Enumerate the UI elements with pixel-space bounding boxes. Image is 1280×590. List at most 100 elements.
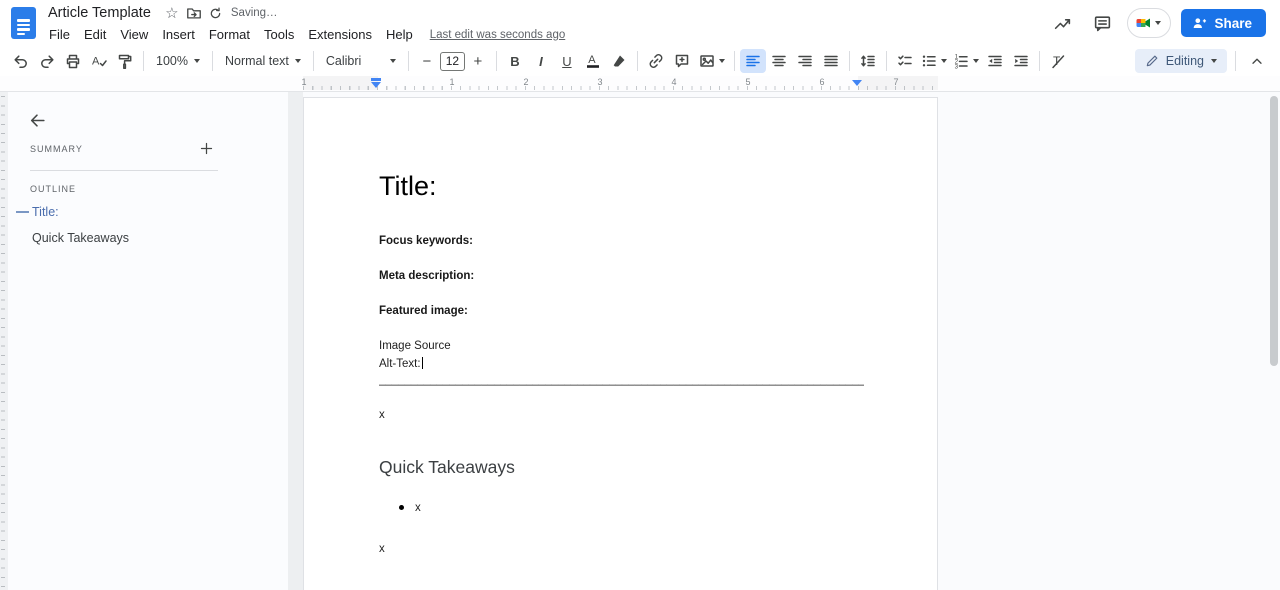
- document-page[interactable]: Title: Focus keywords: Meta description:…: [303, 97, 938, 590]
- pencil-icon: [1146, 55, 1158, 67]
- justify-button[interactable]: [818, 49, 844, 73]
- document-insights-icon[interactable]: [1047, 8, 1077, 38]
- numbered-list-button[interactable]: 123: [950, 49, 982, 73]
- ruler-number: 5: [745, 77, 751, 87]
- font-size-decrease-button[interactable]: −: [414, 49, 440, 73]
- doc-field-meta-description[interactable]: Meta description:: [379, 269, 474, 284]
- editing-mode-select[interactable]: Editing: [1134, 49, 1227, 73]
- hide-menus-button[interactable]: [1244, 49, 1270, 73]
- doc-placeholder-x1[interactable]: x: [379, 408, 385, 423]
- right-indent-marker[interactable]: [852, 80, 862, 86]
- divider-line[interactable]: ________________________________________…: [379, 374, 864, 386]
- checklist-button[interactable]: [892, 49, 918, 73]
- mode-caret-icon: [1211, 59, 1217, 63]
- clear-formatting-button[interactable]: T: [1045, 49, 1071, 73]
- align-right-button[interactable]: [792, 49, 818, 73]
- menu-insert[interactable]: Insert: [155, 25, 202, 44]
- move-to-folder-icon[interactable]: [183, 3, 205, 23]
- bullet-dot: [399, 505, 404, 510]
- first-line-indent-marker[interactable]: [371, 78, 381, 81]
- undo-button[interactable]: [8, 49, 34, 73]
- outline-item-title[interactable]: Title:: [32, 205, 59, 219]
- google-meet-icon: [1136, 18, 1151, 28]
- alt-text-label: Alt-Text:: [379, 358, 421, 370]
- insert-link-button[interactable]: [643, 49, 669, 73]
- doc-field-featured-image[interactable]: Featured image:: [379, 304, 468, 319]
- vertical-ruler: [0, 92, 8, 590]
- outline-item-quick-takeaways[interactable]: Quick Takeaways: [32, 231, 129, 245]
- numbered-caret-icon: [973, 59, 980, 63]
- left-indent-marker[interactable]: [371, 82, 381, 88]
- svg-text:A: A: [92, 56, 100, 68]
- ruler-number: 6: [819, 77, 825, 87]
- panel-divider: [30, 170, 218, 171]
- align-center-button[interactable]: [766, 49, 792, 73]
- menu-format[interactable]: Format: [202, 25, 257, 44]
- insert-image-button[interactable]: [695, 49, 729, 73]
- toolbar: A 100% Normal text Calibri − 12 + B I U …: [0, 46, 1280, 76]
- menu-view[interactable]: View: [113, 25, 155, 44]
- menu-bar: File Edit View Insert Format Tools Exten…: [49, 24, 565, 45]
- print-button[interactable]: [60, 49, 86, 73]
- share-button[interactable]: Share: [1181, 9, 1266, 37]
- doc-heading-quick-takeaways[interactable]: Quick Takeaways: [379, 456, 515, 479]
- redo-button[interactable]: [34, 49, 60, 73]
- document-canvas: Title: Focus keywords: Meta description:…: [0, 92, 1280, 590]
- image-caret-icon: [719, 59, 726, 63]
- align-left-button[interactable]: [739, 49, 766, 73]
- paragraph-style-value: Normal text: [224, 54, 289, 68]
- outline-label: OUTLINE: [30, 184, 77, 194]
- bold-button[interactable]: B: [502, 49, 528, 73]
- vertical-scrollbar[interactable]: [1270, 96, 1278, 366]
- paragraph-style-select[interactable]: Normal text: [218, 49, 308, 73]
- font-size-input[interactable]: 12: [439, 51, 465, 71]
- google-docs-logo-icon[interactable]: [11, 7, 36, 39]
- zoom-select[interactable]: 100%: [149, 49, 207, 73]
- highlight-color-button[interactable]: [606, 49, 632, 73]
- italic-button[interactable]: I: [528, 49, 554, 73]
- font-family-value: Calibri: [325, 54, 362, 68]
- editing-mode-label: Editing: [1165, 54, 1204, 68]
- underline-button[interactable]: U: [554, 49, 580, 73]
- star-icon[interactable]: ☆: [161, 3, 183, 23]
- paint-format-button[interactable]: [112, 49, 138, 73]
- menu-extensions[interactable]: Extensions: [301, 25, 379, 44]
- doc-heading-title[interactable]: Title:: [379, 170, 437, 202]
- svg-text:A: A: [588, 54, 596, 66]
- saving-status: Saving…: [230, 7, 278, 19]
- doc-bullet-item[interactable]: x: [415, 501, 421, 516]
- join-meet-button[interactable]: [1127, 8, 1172, 38]
- text-color-button[interactable]: A: [580, 49, 606, 73]
- ruler-number: 1: [301, 77, 307, 87]
- increase-indent-button[interactable]: [1008, 49, 1034, 73]
- add-comment-button[interactable]: [669, 49, 695, 73]
- line-spacing-button[interactable]: [855, 49, 881, 73]
- bulleted-list-button[interactable]: [918, 49, 950, 73]
- menu-edit[interactable]: Edit: [77, 25, 113, 44]
- add-summary-button[interactable]: [194, 136, 218, 160]
- bullet-caret-icon: [941, 59, 948, 63]
- outline-panel: SUMMARY OUTLINE Title: Quick Takeaways: [8, 92, 288, 590]
- doc-field-focus-keywords[interactable]: Focus keywords:: [379, 234, 473, 249]
- document-title[interactable]: Article Template: [48, 5, 151, 21]
- font-caret-icon: [389, 59, 396, 63]
- doc-line-alt-text[interactable]: Alt-Text:: [379, 357, 423, 372]
- summary-label: SUMMARY: [30, 144, 83, 154]
- doc-line-image-source[interactable]: Image Source: [379, 339, 451, 354]
- doc-placeholder-x2[interactable]: x: [379, 542, 385, 557]
- spell-check-button[interactable]: A: [86, 49, 112, 73]
- open-comments-icon[interactable]: [1087, 8, 1117, 38]
- share-label: Share: [1214, 15, 1252, 31]
- app-header: Article Template ☆ Saving… File Edit Vie…: [0, 0, 1280, 46]
- menu-help[interactable]: Help: [379, 25, 420, 44]
- font-family-select[interactable]: Calibri: [319, 49, 403, 73]
- decrease-indent-button[interactable]: [982, 49, 1008, 73]
- menu-file[interactable]: File: [49, 25, 77, 44]
- sync-saving-icon: [205, 3, 227, 23]
- last-edit-link[interactable]: Last edit was seconds ago: [430, 29, 566, 41]
- share-person-icon: [1194, 17, 1207, 28]
- close-outline-button[interactable]: [24, 107, 50, 133]
- font-size-increase-button[interactable]: +: [465, 49, 491, 73]
- outline-active-indicator: [16, 211, 29, 213]
- menu-tools[interactable]: Tools: [257, 25, 301, 44]
